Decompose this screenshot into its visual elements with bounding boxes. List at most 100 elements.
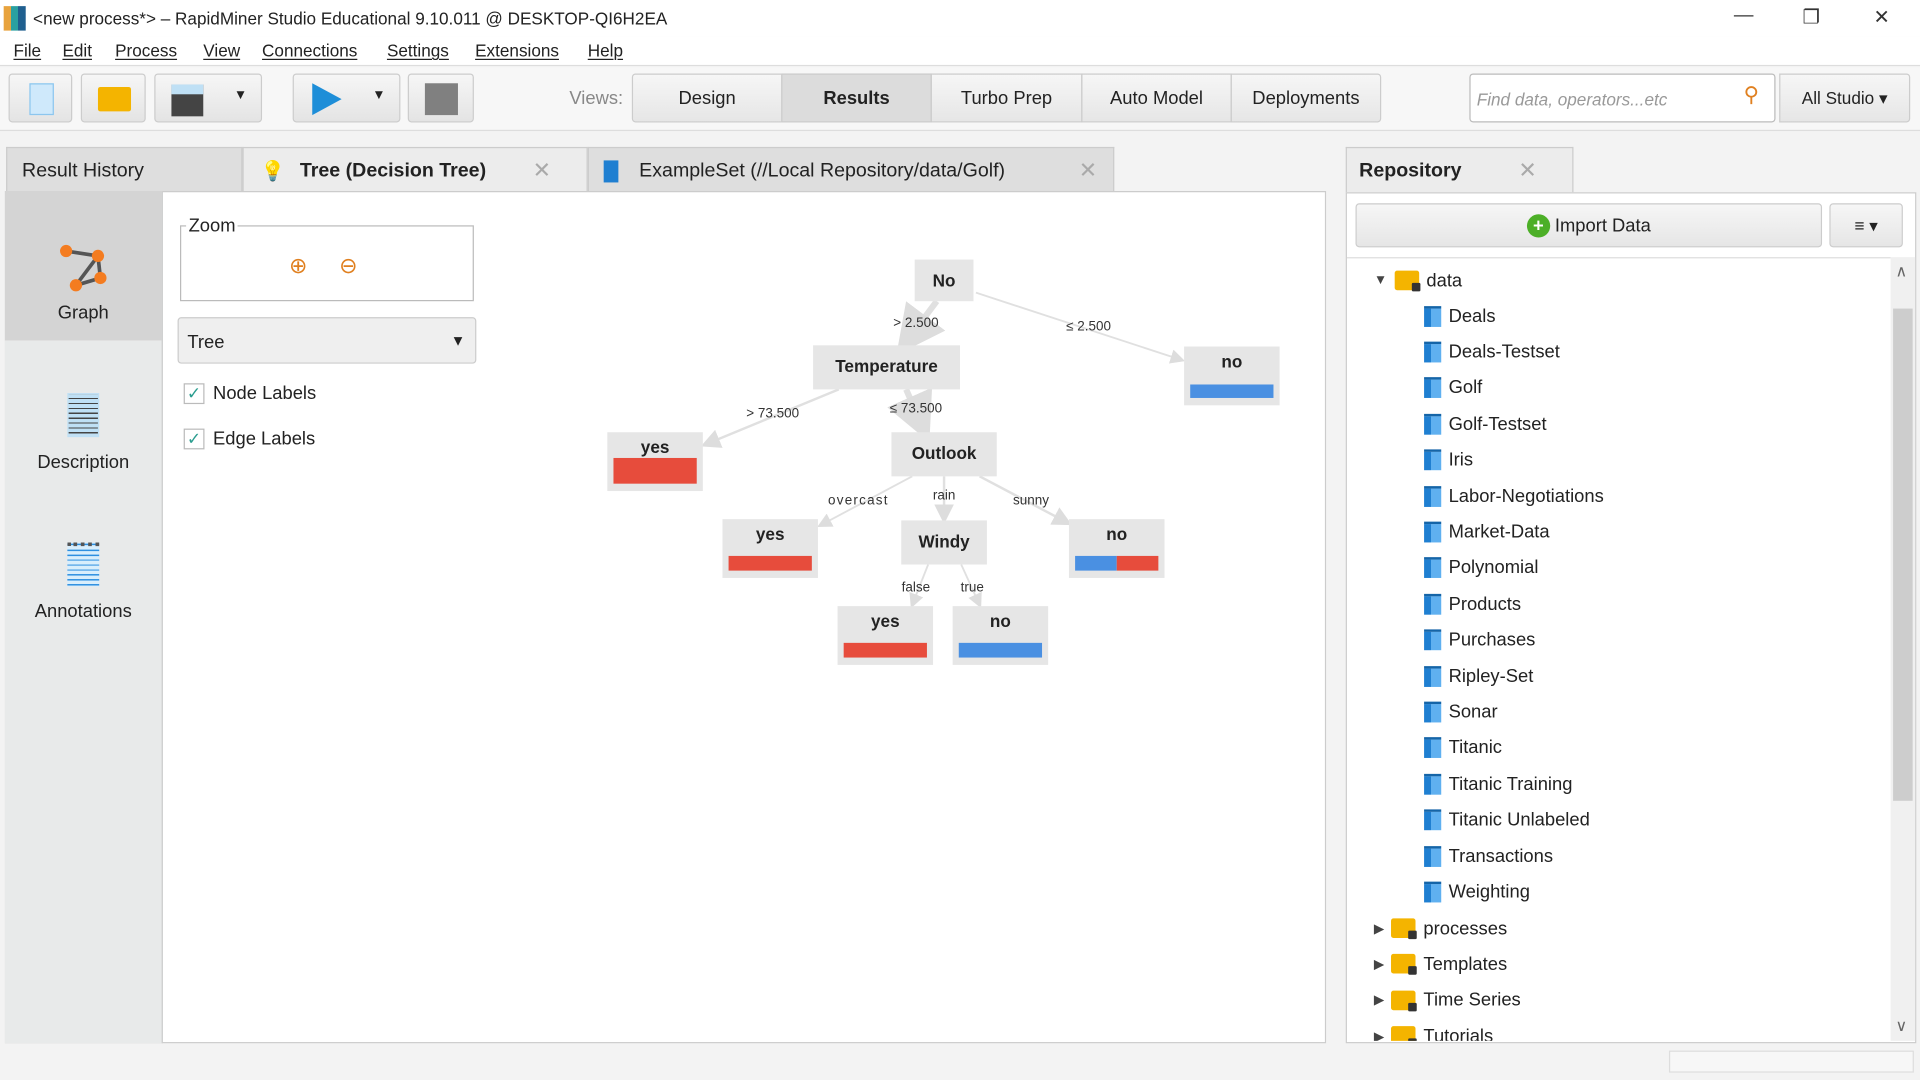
dataset-icon: [1424, 773, 1442, 795]
scrollbar-thumb[interactable]: [1893, 308, 1913, 801]
repository-item[interactable]: Polynomial: [1424, 554, 1538, 581]
repository-item[interactable]: Titanic Unlabeled: [1424, 806, 1590, 833]
tab-repository[interactable]: Repository ✕: [1345, 146, 1574, 194]
collapsed-arrow-icon[interactable]: ▶: [1374, 956, 1384, 972]
item-label: Iris: [1448, 449, 1474, 471]
plus-icon: +: [1526, 213, 1550, 237]
tree-node-outlook[interactable]: Outlook: [891, 432, 997, 477]
tree-edges: [700, 291, 1186, 609]
repository-item[interactable]: Market-Data: [1424, 518, 1550, 545]
tree-leaf[interactable]: yes: [837, 606, 934, 665]
edge-label: true: [960, 580, 984, 596]
collapsed-arrow-icon[interactable]: ▶: [1374, 1028, 1384, 1040]
bar-segment-yes: [613, 457, 697, 484]
item-label: Golf-Testset: [1448, 413, 1547, 435]
repository-item[interactable]: Sonar: [1424, 698, 1498, 725]
repository-item[interactable]: Ripley-Set: [1424, 662, 1533, 689]
dataset-icon: [1424, 377, 1442, 399]
repository-item[interactable]: Purchases: [1424, 626, 1535, 653]
collapsed-arrow-icon[interactable]: ▶: [1374, 920, 1384, 936]
restore-button[interactable]: ❐: [1802, 5, 1820, 29]
dataset-icon: [1424, 485, 1442, 507]
edge-label: false: [901, 580, 931, 596]
locked-folder-icon: [1391, 990, 1418, 1012]
class-distribution-bar: [958, 642, 1043, 658]
repository-item[interactable]: Iris: [1424, 446, 1473, 473]
repository-tree: ▼ data Deals Deals-Testset Golf Golf-Testset…: [1346, 257, 1891, 1041]
leaf-label: no: [1106, 524, 1128, 544]
repository-item[interactable]: Deals: [1424, 302, 1496, 329]
tree-leaf[interactable]: no: [952, 606, 1049, 665]
item-label: Golf: [1448, 377, 1483, 399]
repository-item[interactable]: Golf-Testset: [1424, 410, 1547, 437]
bar-segment-no: [1190, 384, 1274, 398]
repository-item[interactable]: Products: [1424, 590, 1521, 617]
repository-title: Repository: [1359, 160, 1462, 182]
scroll-up-icon[interactable]: ∧: [1896, 262, 1908, 282]
item-label: Transactions: [1448, 845, 1554, 867]
status-bar: [1668, 1050, 1914, 1073]
tree-leaf[interactable]: yes: [722, 519, 818, 578]
item-label: Deals: [1448, 305, 1496, 327]
tree-node-root[interactable]: No: [914, 259, 974, 302]
global-search-input[interactable]: Find data, operators...etc: [1469, 73, 1776, 123]
bar-segment-no: [1075, 555, 1117, 571]
repository-folder[interactable]: ▶ Time Series: [1374, 987, 1521, 1014]
dataset-icon: [1424, 737, 1442, 759]
import-data-button[interactable]: + Import Data: [1355, 203, 1823, 248]
repository-item[interactable]: Deals-Testset: [1424, 338, 1560, 365]
repository-item[interactable]: Transactions: [1424, 842, 1553, 869]
folder-label: data: [1426, 270, 1463, 291]
expanded-arrow-icon[interactable]: ▼: [1374, 273, 1387, 288]
collapsed-arrow-icon[interactable]: ▶: [1374, 992, 1384, 1008]
locked-folder-icon: [1394, 270, 1421, 292]
locked-folder-icon: [1391, 954, 1418, 976]
edge-label: > 2.500: [893, 315, 939, 331]
item-label: Ripley-Set: [1448, 665, 1534, 687]
bar-segment-yes: [843, 642, 927, 658]
dataset-icon: [1424, 629, 1442, 651]
item-label: Weighting: [1448, 881, 1530, 903]
item-label: Market-Data: [1448, 521, 1550, 543]
node-label: Outlook: [911, 443, 977, 463]
scroll-down-icon[interactable]: ∨: [1896, 1016, 1908, 1036]
repository-item[interactable]: Labor-Negotiations: [1424, 482, 1604, 509]
edge-label: overcast: [828, 493, 889, 509]
dataset-icon: [1424, 809, 1442, 831]
edge-label: ≤ 2.500: [1066, 319, 1111, 335]
leaf-label: yes: [755, 524, 785, 544]
tree-leaf[interactable]: yes: [607, 432, 703, 492]
node-label: Temperature: [835, 356, 938, 376]
repository-item[interactable]: Golf: [1424, 374, 1482, 401]
dataset-icon: [1424, 413, 1442, 435]
tree-leaf[interactable]: no: [1184, 346, 1280, 406]
class-distribution-bar: [1190, 384, 1274, 398]
dataset-icon: [1424, 665, 1442, 687]
node-label: Windy: [918, 531, 970, 552]
search-icon[interactable]: ⚲: [1744, 83, 1759, 107]
bar-segment-yes: [728, 555, 812, 571]
repository-item[interactable]: Weighting: [1424, 878, 1530, 905]
minimize-button[interactable]: —: [1734, 5, 1754, 27]
folder-data[interactable]: ▼ data: [1374, 267, 1462, 294]
edge-label: sunny: [1013, 493, 1049, 509]
bar-segment-no: [958, 642, 1043, 658]
close-window-button[interactable]: ✕: [1873, 5, 1889, 29]
item-label: Polynomial: [1448, 557, 1539, 579]
tree-node-temperature[interactable]: Temperature: [813, 345, 961, 390]
repository-item[interactable]: Titanic Training: [1424, 770, 1572, 797]
repository-folder[interactable]: ▶ Tutorials: [1374, 1023, 1493, 1041]
close-repository-icon[interactable]: ✕: [1518, 158, 1536, 184]
import-label: Import Data: [1554, 214, 1651, 236]
bar-segment-yes: [1116, 555, 1159, 571]
leaf-label: no: [1221, 351, 1243, 372]
repository-menu-button[interactable]: ≡ ▾: [1829, 203, 1903, 248]
class-distribution-bar: [728, 555, 812, 571]
tree-node-windy[interactable]: Windy: [901, 520, 987, 565]
repository-folder[interactable]: ▶ Templates: [1374, 951, 1507, 978]
dataset-icon: [1424, 305, 1442, 327]
repository-folder[interactable]: ▶ processes: [1374, 915, 1507, 942]
repository-item[interactable]: Titanic: [1424, 734, 1502, 761]
search-scope-dropdown[interactable]: All Studio ▾: [1779, 73, 1911, 123]
tree-leaf[interactable]: no: [1068, 519, 1165, 578]
